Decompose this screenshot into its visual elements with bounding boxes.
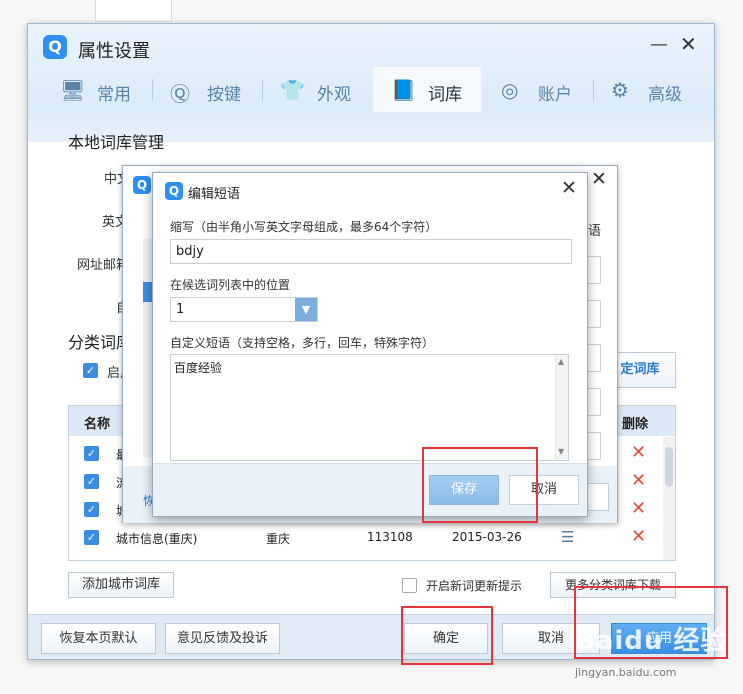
view-list-icon[interactable]: ☰ bbox=[561, 528, 574, 546]
watermark-url: jingyan.baidu.com bbox=[575, 666, 677, 679]
row-checkbox[interactable]: ✓ bbox=[84, 474, 99, 489]
partial-label: 语 bbox=[588, 224, 602, 239]
close-icon[interactable]: ✕ bbox=[561, 177, 577, 199]
window-header: Q 属性设置 — ✕ 🖥 常用 Ⓠ 按键 👕 外观 📘 词库 ◎ 账户 ⚙ 高级 bbox=[28, 24, 714, 142]
tab-keys[interactable]: Ⓠ 按键 bbox=[152, 67, 260, 112]
close-button[interactable]: ✕ bbox=[680, 32, 697, 56]
tab-account[interactable]: ◎ 账户 bbox=[483, 67, 591, 112]
tab-label: 词库 bbox=[428, 85, 462, 105]
dialog-header: Q 编辑短语 ✕ bbox=[153, 173, 587, 209]
phrase-textarea[interactable]: 百度经验 ▲ ▼ bbox=[170, 354, 569, 461]
settings-tabs: 🖥 常用 Ⓠ 按键 👕 外观 📘 词库 ◎ 账户 ⚙ 高级 bbox=[42, 67, 712, 112]
new-word-hint-checkbox[interactable] bbox=[402, 578, 417, 593]
dialog-logo-icon: Q bbox=[165, 182, 183, 200]
gear-icon: ⚙ bbox=[611, 78, 629, 102]
scroll-thumb[interactable] bbox=[665, 447, 673, 487]
baidu-watermark: Baidu 经验 jingyan.baidu.com bbox=[575, 618, 735, 688]
window-title: 属性设置 bbox=[78, 41, 150, 62]
column-header-delete: 删除 bbox=[622, 417, 649, 432]
tab-label: 外观 bbox=[317, 85, 351, 105]
row-count: 113108 bbox=[367, 530, 413, 544]
table-row[interactable]: ✓ 城市信息(重庆) 重庆 113108 2015-03-26 ☰ ✕ bbox=[69, 524, 675, 552]
local-lexicon-heading: 本地词库管理 bbox=[68, 133, 165, 152]
enable-checkbox[interactable]: ✓ bbox=[83, 363, 98, 378]
row-region: 重庆 bbox=[266, 532, 291, 546]
abbreviation-label: 缩写（由半角小写英文字母组成，最多64个字符） bbox=[170, 220, 438, 234]
row-name: 城市信息(重庆) bbox=[116, 532, 198, 546]
book-icon: 📘 bbox=[391, 78, 416, 102]
row-checkbox[interactable]: ✓ bbox=[84, 502, 99, 517]
delete-icon[interactable]: ✕ bbox=[631, 470, 646, 491]
close-icon[interactable]: ✕ bbox=[591, 168, 607, 190]
dialog-logo-icon: Q bbox=[133, 176, 151, 194]
tab-label: 账户 bbox=[538, 85, 572, 105]
table-scrollbar[interactable] bbox=[663, 437, 675, 560]
tab-label: 按键 bbox=[207, 85, 241, 105]
user-icon: ◎ bbox=[501, 78, 519, 102]
row-date: 2015-03-26 bbox=[452, 530, 522, 544]
row-checkbox[interactable]: ✓ bbox=[84, 446, 99, 461]
annotation-box-save bbox=[422, 447, 538, 523]
scroll-up-icon[interactable]: ▲ bbox=[558, 357, 564, 366]
chevron-down-icon[interactable]: ▼ bbox=[295, 298, 317, 321]
row-checkbox[interactable]: ✓ bbox=[84, 530, 99, 545]
background-thumbnail bbox=[95, 0, 172, 22]
position-label: 在候选词列表中的位置 bbox=[170, 278, 291, 292]
minimize-button[interactable]: — bbox=[650, 34, 668, 55]
tab-label: 高级 bbox=[648, 85, 682, 105]
delete-icon[interactable]: ✕ bbox=[631, 442, 646, 463]
position-value: 1 bbox=[176, 302, 185, 317]
restore-defaults-button[interactable]: 恢复本页默认 bbox=[41, 623, 156, 654]
tab-lexicon[interactable]: 📘 词库 bbox=[373, 67, 481, 112]
feedback-button[interactable]: 意见反馈及投诉 bbox=[165, 623, 280, 654]
tab-common[interactable]: 🖥 常用 bbox=[42, 67, 150, 112]
annotation-box-ok bbox=[401, 606, 493, 665]
new-word-hint-label: 开启新词更新提示 bbox=[426, 579, 523, 593]
app-logo-icon: Q bbox=[43, 35, 67, 59]
position-select[interactable]: 1 ▼ bbox=[170, 297, 318, 322]
phrase-label: 自定义短语（支持空格，多行，回车，特殊字符） bbox=[170, 336, 435, 350]
abbreviation-input[interactable]: bdjy bbox=[170, 239, 572, 264]
dialog-title: 编辑短语 bbox=[188, 187, 241, 202]
watermark-brand: Baidu 经验 bbox=[575, 626, 728, 656]
column-header-name: 名称 bbox=[84, 417, 111, 432]
q-key-icon: Ⓠ bbox=[170, 82, 190, 106]
phrase-text: 百度经验 bbox=[174, 361, 223, 375]
add-city-lexicon-button[interactable]: 添加城市词库 bbox=[68, 572, 174, 598]
delete-icon[interactable]: ✕ bbox=[631, 526, 646, 547]
tab-appearance[interactable]: 👕 外观 bbox=[262, 67, 370, 112]
delete-icon[interactable]: ✕ bbox=[631, 498, 646, 519]
tab-label: 常用 bbox=[97, 85, 131, 105]
tshirt-icon: 👕 bbox=[280, 78, 305, 102]
tab-advanced[interactable]: ⚙ 高级 bbox=[593, 67, 701, 112]
scroll-down-icon[interactable]: ▼ bbox=[558, 447, 564, 456]
textarea-scrollbar[interactable]: ▲ ▼ bbox=[555, 355, 568, 460]
monitor-icon: 🖥 bbox=[60, 78, 86, 102]
